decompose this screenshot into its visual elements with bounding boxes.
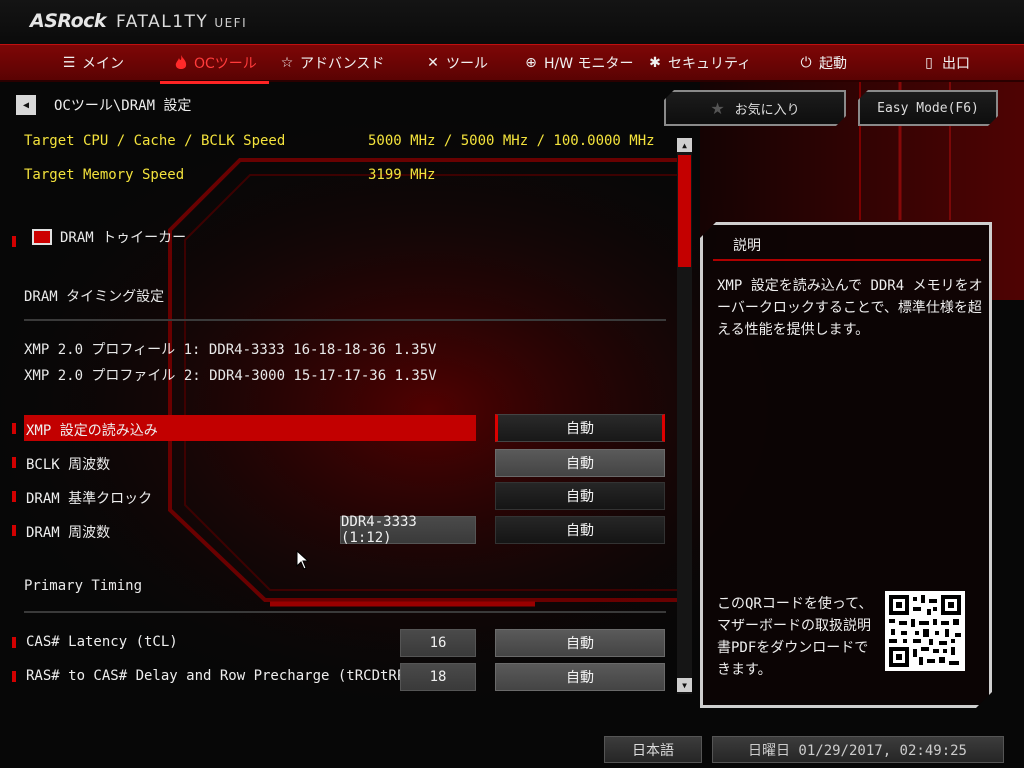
tab-label: H/W モニター [544,56,634,72]
asrock-logo: ASRock FATAL1TY UEFI [30,10,247,36]
target-memory-value: 3199 MHz [368,167,436,183]
tab-label: アドバンスド [300,56,385,72]
current-value-box: 18 [400,663,476,691]
row-marker [12,637,16,648]
datetime-display: 日曜日 01/29/2017, 02:49:25 [712,736,1004,763]
shield-icon: ✱ [649,55,661,71]
tab-main[interactable]: ☰ メイン [60,45,124,81]
breadcrumb: ◀ OCツール\DRAM 設定 [16,95,191,115]
primary-timing-heading: Primary Timing [24,578,143,594]
description-text: XMP 設定を読み込んで DDR4 メモリをオーバークロックすることで、標準仕様… [717,278,983,338]
flame-icon [172,54,190,72]
tab-boot[interactable]: ⏻ 起動 [797,45,847,81]
row-marker [12,525,16,536]
dram-timing-heading: DRAM タイミング設定 [24,289,165,305]
trcdtrp-dropdown[interactable]: 自動 [495,663,665,691]
tab-hw-monitor[interactable]: ⊕ H/W モニター [522,45,634,81]
tab-advanced[interactable]: ☆ アドバンスド [278,45,385,81]
row-marker [12,491,16,502]
star-icon: ★ [710,98,725,118]
target-cpu-label: Target CPU / Cache / BCLK Speed [24,133,286,149]
list-icon: ☰ [62,55,76,71]
tools-icon: ✕ [427,55,439,71]
dram-reference-clock-dropdown[interactable]: 自動 [495,482,665,510]
bclk-frequency-dropdown[interactable]: 自動 [495,449,665,477]
crosshair-icon: ⊕ [525,55,537,71]
logo-suffix: UEFI [214,16,248,30]
scroll-down-arrow-icon[interactable]: ▼ [677,678,692,692]
tab-tool[interactable]: ✕ ツール [424,45,488,81]
xmp-profile-1: XMP 2.0 プロフィール 1: DDR4-3333 16-18-18-36 … [24,342,437,358]
tab-label: セキュリティ [668,56,752,72]
logo-brand: ASRock [30,10,107,32]
language-button[interactable]: 日本語 [604,736,702,763]
logo-series: FATAL1TY [116,12,209,32]
divider [24,611,666,613]
row-marker [12,457,16,468]
setting-label: RAS# to CAS# Delay and Row Precharge (tR… [26,668,414,684]
setting-label: BCLK 周波数 [26,457,111,473]
setting-label: DRAM 周波数 [26,525,111,541]
setting-label: CAS# Latency (tCL) [26,634,178,650]
target-cpu-value: 5000 MHz / 5000 MHz / 100.0000 MHz [368,133,655,149]
divider [24,319,666,321]
xmp-profile-2: XMP 2.0 プロファイル 2: DDR4-3000 15-17-17-36 … [24,368,437,384]
dram-tweaker-item[interactable]: DRAM トゥイーカー [32,227,186,247]
tab-label: ツール [446,56,488,72]
target-memory-label: Target Memory Speed [24,167,185,183]
tab-label: 出口 [942,56,970,72]
setting-label: DRAM 基準クロック [26,491,153,507]
current-value-box: 16 [400,629,476,657]
description-panel: 説明 XMP 設定を読み込んで DDR4 メモリをオーバークロックすることで、標… [700,222,992,708]
scrollbar-thumb[interactable] [678,155,691,267]
easy-mode-button[interactable]: Easy Mode(F6) [858,90,998,126]
favorites-label: お気に入り [734,102,800,118]
breadcrumb-path: OCツール\DRAM 設定 [54,98,192,114]
row-marker [12,423,16,434]
dram-tweaker-label: DRAM トゥイーカー [60,230,187,246]
star-outline-icon: ☆ [280,55,294,71]
favorites-button[interactable]: ★ お気に入り [664,90,846,126]
tab-label: メイン [82,56,124,72]
cas-latency-dropdown[interactable]: 自動 [495,629,665,657]
tab-label: OCツール [194,56,257,72]
tab-exit[interactable]: ▯ 出口 [920,45,970,81]
description-title: 説明 [733,238,761,254]
tab-label: 起動 [819,56,847,72]
qr-code [885,591,965,671]
setting-label: XMP 設定の読み込み [26,423,158,439]
divider [713,259,981,261]
mouse-cursor-icon [296,550,310,570]
main-navigation: ☰ メイン OCツール ☆ アドバンスド ✕ ツール ⊕ H/W モニター ✱ … [0,44,1024,84]
row-marker [12,236,16,247]
exit-door-icon: ▯ [925,55,933,71]
row-marker [12,671,16,682]
scroll-up-arrow-icon[interactable]: ▲ [677,138,692,152]
dram-frequency-dropdown[interactable]: 自動 [495,516,665,544]
tab-security[interactable]: ✱ セキュリティ [646,45,751,81]
title-bar: ASRock FATAL1TY UEFI [0,0,1024,44]
memory-chip-icon [32,229,52,245]
tab-oc-tweaker[interactable]: OCツール [160,45,269,84]
qr-instruction-text: このQRコードを使って、マザーボードの取扱説明書PDFをダウンロードできます。 [717,596,873,678]
power-icon: ⏻ [800,55,812,71]
load-xmp-dropdown[interactable]: 自動 [495,414,665,442]
current-value-box: DDR4-3333 (1:12) [340,514,476,546]
back-arrow-icon[interactable]: ◀ [16,95,36,115]
